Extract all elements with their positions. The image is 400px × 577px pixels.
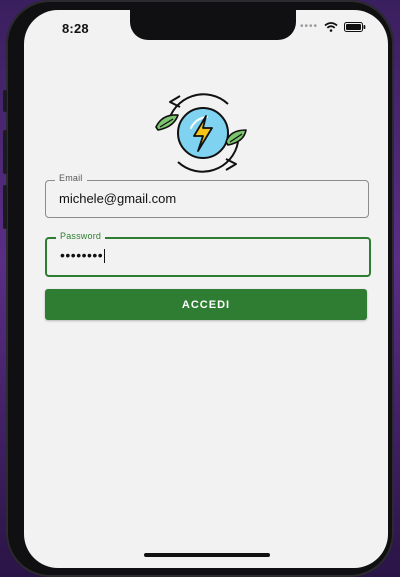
battery-icon xyxy=(344,22,366,32)
email-label: Email xyxy=(55,173,87,183)
email-field[interactable]: Email michele@gmail.com xyxy=(45,173,369,218)
password-mask: •••••••• xyxy=(60,247,104,263)
dots-icon: •••• xyxy=(299,21,318,32)
password-value: •••••••• xyxy=(60,247,106,264)
app-screen: 8:28 •••• Email michele@gmail.com Passwo… xyxy=(24,10,388,568)
wifi-icon xyxy=(324,22,338,32)
password-label: Password xyxy=(56,231,106,241)
login-button[interactable]: ACCEDI xyxy=(45,289,367,320)
status-icons: •••• xyxy=(300,22,366,32)
status-time: 8:28 xyxy=(62,21,89,36)
password-field[interactable]: Password •••••••• xyxy=(45,231,371,277)
renewable-energy-logo xyxy=(155,93,247,173)
notch xyxy=(130,10,296,40)
volume-down-button xyxy=(3,185,7,229)
mute-switch xyxy=(3,90,7,112)
phone-frame: 8:28 •••• Email michele@gmail.com Passwo… xyxy=(3,0,394,577)
text-caret xyxy=(104,249,106,264)
email-value: michele@gmail.com xyxy=(59,191,177,206)
volume-up-button xyxy=(3,130,7,174)
home-indicator[interactable] xyxy=(144,553,270,557)
